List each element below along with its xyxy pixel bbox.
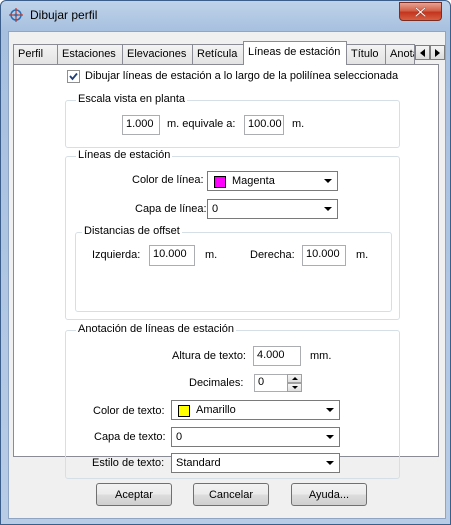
annotation-group-title: Anotación de líneas de estación: [76, 323, 236, 335]
offset-left-label: Izquierda:: [92, 249, 141, 261]
offset-left-input[interactable]: 10.000: [149, 245, 195, 266]
dropdown-arrow[interactable]: [322, 428, 339, 446]
help-button[interactable]: Ayuda...: [291, 483, 367, 506]
tab-titulo[interactable]: Título: [346, 44, 386, 64]
tab-elevaciones[interactable]: Elevaciones: [122, 44, 193, 64]
station-lines-group-title: Líneas de estación: [76, 149, 173, 161]
dropdown-arrow[interactable]: [320, 200, 337, 218]
tab-reticula[interactable]: Retícula: [192, 44, 244, 64]
text-height-unit: mm.: [310, 350, 332, 362]
accept-button[interactable]: Aceptar: [96, 483, 172, 506]
dialog-window: Dibujar perfil Perfil Estaciones Elevaci…: [0, 0, 451, 525]
chevron-down-icon: [324, 207, 332, 211]
text-color-combo[interactable]: Amarillo: [171, 400, 340, 420]
line-color-value: Magenta: [232, 175, 275, 187]
cancel-button[interactable]: Cancelar: [193, 483, 269, 506]
offset-group-title: Distancias de offset: [82, 225, 182, 237]
line-layer-label: Capa de línea:: [135, 203, 207, 215]
chevron-down-icon: [326, 435, 334, 439]
dropdown-arrow[interactable]: [322, 401, 339, 419]
tab-lineas-de-estacion[interactable]: Líneas de estación: [243, 41, 347, 65]
text-style-label: Estilo de texto:: [92, 457, 165, 469]
scale-unit-label: m.: [292, 118, 305, 130]
text-layer-combo[interactable]: 0: [171, 427, 340, 447]
text-height-input[interactable]: 4.000: [253, 346, 301, 366]
chevron-down-icon: [292, 386, 298, 389]
text-style-combo[interactable]: Standard: [171, 453, 340, 473]
spin-up-button[interactable]: [287, 374, 302, 383]
tab-label: Líneas de estación: [248, 46, 341, 58]
scale-mid-label: m. equivale a:: [167, 118, 236, 130]
tab-label: Retícula: [197, 48, 238, 60]
tab-scroll-left-button[interactable]: [415, 45, 430, 60]
close-button[interactable]: [399, 2, 442, 21]
decimals-input[interactable]: 0: [254, 374, 288, 392]
tab-label: Elevaciones: [127, 48, 187, 60]
line-color-combo[interactable]: Magenta: [207, 171, 338, 191]
draw-lines-label: Dibujar líneas de estación a lo largo de…: [85, 70, 399, 82]
color-swatch: [214, 176, 226, 188]
chevron-down-icon: [326, 461, 334, 465]
tab-panel: Dibujar líneas de estación a lo largo de…: [13, 64, 439, 479]
close-icon: [415, 7, 426, 17]
line-layer-combo[interactable]: 0: [207, 199, 338, 219]
tab-label: Estaciones: [62, 48, 116, 60]
tab-label: Anotaciones: [390, 48, 414, 60]
checkmark-icon: [69, 72, 78, 81]
scale-value2-input[interactable]: 100.00: [244, 115, 284, 135]
tab-anotaciones[interactable]: Anotaciones: [385, 44, 415, 64]
text-height-label: Altura de texto:: [172, 350, 246, 362]
offset-right-input[interactable]: 10.000: [302, 245, 346, 266]
offset-left-unit: m.: [205, 249, 218, 261]
scale-group-title: Escala vista en planta: [76, 93, 188, 105]
line-color-label: Color de línea:: [132, 174, 204, 186]
arrow-right-icon: [435, 49, 440, 57]
window-title: Dibujar perfil: [30, 8, 98, 22]
chevron-up-icon: [292, 377, 298, 380]
text-style-value: Standard: [176, 457, 221, 469]
app-icon: [9, 8, 23, 22]
scale-value1-input[interactable]: 1.000: [122, 115, 160, 135]
tab-label: Título: [351, 48, 379, 60]
offset-group: [75, 232, 392, 312]
decimals-label: Decimales:: [189, 377, 244, 389]
title-bar[interactable]: Dibujar perfil: [1, 1, 450, 29]
tab-label: Perfil: [18, 48, 44, 60]
offset-right-label: Derecha:: [250, 249, 295, 261]
chevron-down-icon: [324, 179, 332, 183]
dropdown-arrow[interactable]: [320, 172, 337, 190]
text-layer-label: Capa de texto:: [94, 431, 166, 443]
decimals-spinner[interactable]: [287, 374, 302, 392]
tab-perfil[interactable]: Perfil: [13, 44, 58, 64]
arrow-left-icon: [420, 49, 425, 57]
text-color-value: Amarillo: [196, 404, 236, 416]
dropdown-arrow[interactable]: [322, 454, 339, 472]
color-swatch: [178, 405, 190, 417]
spin-down-button[interactable]: [287, 383, 302, 392]
dialog-client-area: Perfil Estaciones Elevaciones Retícula L…: [8, 31, 446, 519]
tab-scroll-right-button[interactable]: [430, 45, 445, 60]
chevron-down-icon: [326, 408, 334, 412]
offset-right-unit: m.: [356, 249, 369, 261]
draw-lines-checkbox[interactable]: [67, 70, 80, 83]
tab-estaciones[interactable]: Estaciones: [57, 44, 123, 64]
text-layer-value: 0: [176, 431, 183, 443]
line-layer-value: 0: [212, 203, 219, 215]
text-color-label: Color de texto:: [93, 405, 165, 417]
